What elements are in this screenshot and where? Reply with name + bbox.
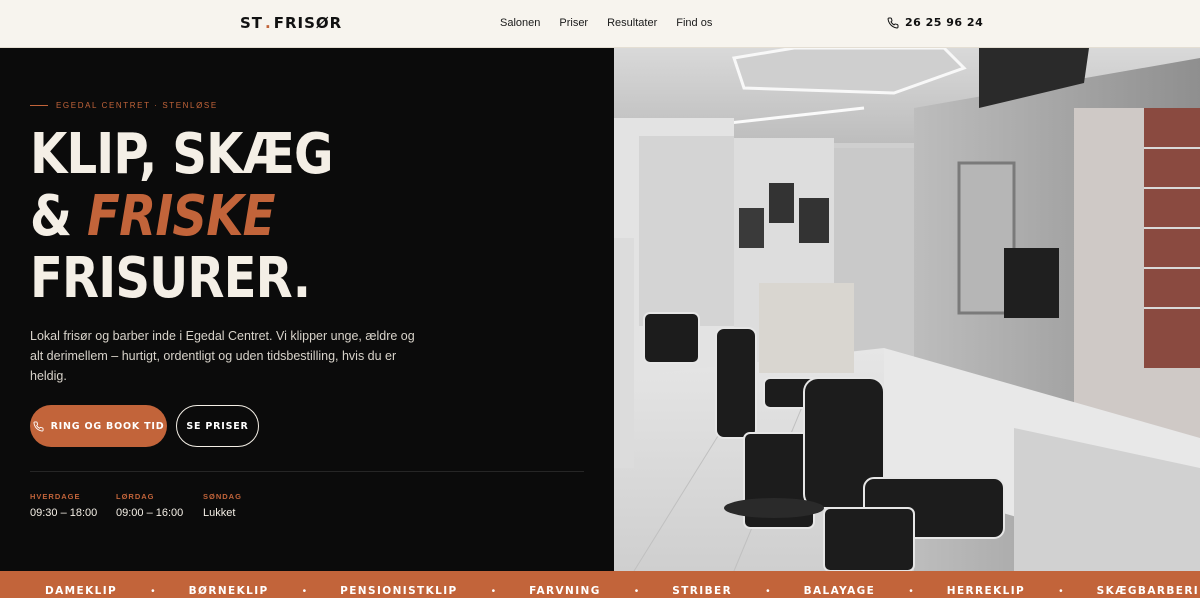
nav-salonen[interactable]: Salonen: [500, 17, 540, 29]
hours-day: Lørdag: [116, 492, 155, 501]
marquee-separator: •: [634, 585, 639, 597]
hero-section: Egedal Centret · Stenløse KLIP, SKÆG & F…: [0, 48, 614, 571]
see-prices-label: SE PRISER: [186, 420, 249, 432]
call-book-label: RING OG BOOK TID: [50, 420, 165, 432]
hero-lede: Lokal frisør og barber inde i Egedal Cen…: [30, 329, 415, 383]
marquee-separator: •: [302, 585, 307, 597]
hours-time: 09:00 – 16:00: [116, 507, 184, 519]
nav-priser[interactable]: Priser: [559, 17, 588, 29]
hero-divider: [30, 471, 584, 472]
logo-left: ST: [240, 14, 264, 32]
call-book-button[interactable]: RING OG BOOK TID: [30, 405, 167, 447]
hours-time: 09:30 – 18:00: [30, 507, 98, 519]
headline-accent: FRISKE: [87, 184, 276, 249]
marquee-item: BALAYAGE: [803, 585, 876, 597]
header-phone-number: 26 25 96 24: [905, 16, 984, 29]
marquee-separator: •: [909, 585, 913, 597]
headline-amp: &: [30, 184, 72, 249]
marquee-separator: •: [1059, 585, 1063, 597]
hours-day: Hverdage: [30, 492, 81, 501]
salon-interior-photo: [614, 48, 1200, 571]
nav-find-os[interactable]: Find os: [676, 17, 712, 29]
eyebrow-text: Egedal Centret · Stenløse: [56, 101, 218, 110]
header-phone-link[interactable]: 26 25 96 24: [887, 16, 983, 29]
phone-icon: [33, 420, 44, 431]
marquee-item: STRIBER: [672, 585, 733, 597]
main-nav: Salonen Priser Resultater Find os: [500, 17, 731, 29]
hero-headline: KLIP, SKÆG & FRISKE FRISURER.: [30, 124, 333, 310]
marquee-item: PENSIONISTKLIP: [340, 585, 458, 597]
see-prices-button[interactable]: SE PRISER: [176, 405, 259, 447]
hours-time: Lukket: [203, 507, 236, 519]
opening-hours: Hverdage 09:30 – 18:00 Lørdag 09:00 – 16…: [30, 492, 267, 519]
marquee-separator: •: [151, 585, 155, 597]
nav-resultater[interactable]: Resultater: [607, 17, 657, 29]
marquee-separator: •: [766, 585, 770, 597]
salon-photo-illustration: [614, 48, 1200, 571]
hero-eyebrow: Egedal Centret · Stenløse: [30, 101, 218, 110]
marquee-item: SKÆGBARBERING: [1096, 585, 1200, 597]
headline-line1: KLIP, SKÆG: [30, 122, 333, 187]
logo[interactable]: ST. FRISØR: [240, 14, 342, 32]
marquee-item: HERREKLIP: [946, 585, 1026, 597]
marquee-item: DAMEKLIP: [45, 585, 118, 597]
hours-day: Søndag: [203, 492, 242, 501]
marquee-track: DAMEKLIP • BØRNEKLIP • PENSIONISTKLIP • FARVNI…: [45, 585, 1200, 597]
eyebrow-line: [30, 105, 48, 106]
hours-saturday: Lørdag 09:00 – 16:00: [116, 492, 184, 519]
site-header: ST. FRISØR Salonen Priser Resultater Find…: [0, 0, 1200, 48]
hours-weekdays: Hverdage 09:30 – 18:00: [30, 492, 98, 519]
marquee-item: BØRNEKLIP: [188, 585, 269, 597]
logo-right: FRISØR: [273, 14, 343, 32]
phone-icon: [887, 16, 899, 28]
hours-sunday: Søndag Lukket: [203, 492, 242, 519]
services-marquee: DAMEKLIP • BØRNEKLIP • PENSIONISTKLIP • FARVNI…: [0, 571, 1200, 598]
marquee-item: FARVNING: [529, 585, 601, 597]
logo-dot: .: [265, 14, 272, 32]
headline-line3: FRISURER.: [30, 246, 311, 311]
marquee-separator: •: [491, 585, 496, 597]
